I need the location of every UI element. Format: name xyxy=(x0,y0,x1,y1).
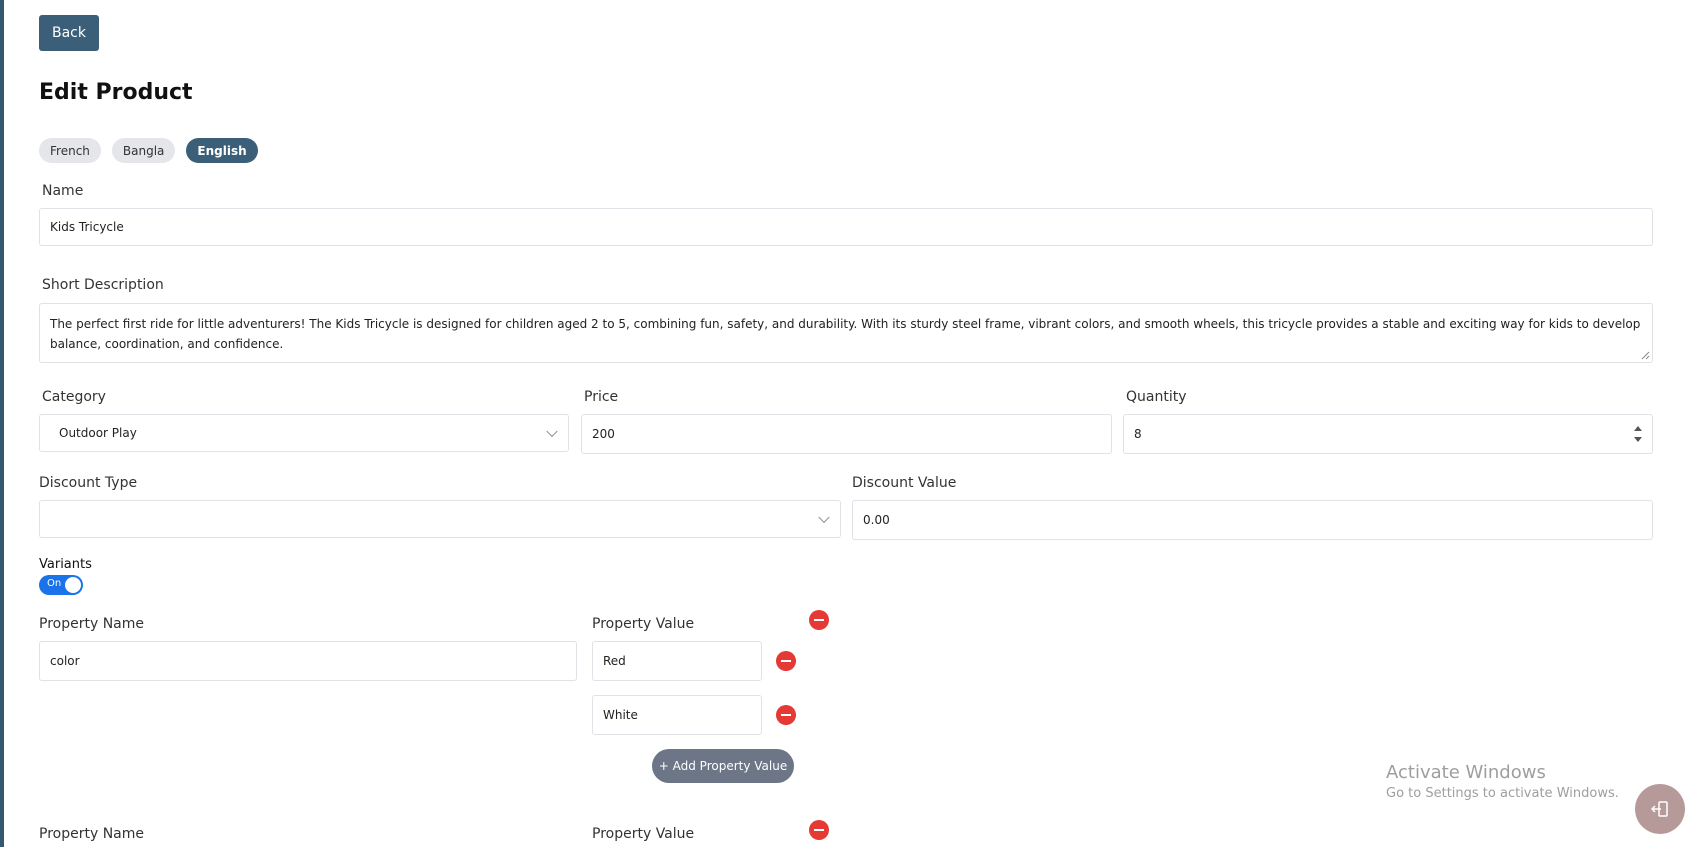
name-label: Name xyxy=(42,183,84,199)
toggle-knob xyxy=(65,577,81,593)
category-select-value: Outdoor Play xyxy=(59,426,137,440)
property-value-input[interactable]: White xyxy=(592,695,762,735)
logout-icon xyxy=(1650,801,1668,817)
discount-value-label: Discount Value xyxy=(852,475,957,491)
edit-product-page: Back Edit Product French Bangla English … xyxy=(39,0,1653,847)
name-input[interactable]: Kids Tricycle xyxy=(39,208,1653,246)
name-input-value: Kids Tricycle xyxy=(50,220,124,234)
remove-value-icon[interactable] xyxy=(776,705,796,725)
watermark-title: Activate Windows xyxy=(1386,762,1546,783)
remove-value-icon[interactable] xyxy=(776,651,796,671)
add-property-value-button[interactable]: + Add Property Value xyxy=(652,749,794,783)
chevron-down-icon xyxy=(818,511,830,524)
variants-toggle[interactable]: On xyxy=(39,575,83,595)
variants-label: Variants xyxy=(39,557,92,572)
property-name-value: color xyxy=(50,654,80,668)
short-description-value: The perfect first ride for little advent… xyxy=(50,317,1641,351)
property-name-label: Property Name xyxy=(39,616,144,632)
floating-logout-button[interactable] xyxy=(1635,784,1685,834)
discount-value-value: 0.00 xyxy=(863,513,890,527)
language-tabs: French Bangla English xyxy=(39,138,258,163)
activate-windows-watermark: Activate Windows Go to Settings to activ… xyxy=(1386,762,1619,801)
price-input[interactable]: 200 xyxy=(581,414,1112,454)
page-title: Edit Product xyxy=(39,80,193,105)
quantity-label: Quantity xyxy=(1126,389,1187,405)
watermark-subtitle: Go to Settings to activate Windows. xyxy=(1386,786,1619,801)
short-description-label: Short Description xyxy=(42,277,164,293)
property-value-text: Red xyxy=(603,654,626,668)
toggle-on-text: On xyxy=(47,578,62,589)
price-input-value: 200 xyxy=(592,427,615,441)
property-name-input[interactable]: color xyxy=(39,641,577,681)
tab-english[interactable]: English xyxy=(186,138,258,163)
category-label: Category xyxy=(42,389,106,405)
discount-type-select[interactable] xyxy=(39,500,841,538)
remove-property-icon[interactable] xyxy=(809,610,829,630)
resize-grip-icon[interactable] xyxy=(1641,351,1650,360)
property-value-label: Property Value xyxy=(592,616,695,632)
property-value-label: Property Value xyxy=(592,826,695,842)
quantity-input-value: 8 xyxy=(1134,427,1142,441)
spinner-arrows-icon[interactable] xyxy=(1633,426,1643,442)
remove-property-icon[interactable] xyxy=(809,820,829,840)
property-value-input[interactable]: Red xyxy=(592,641,762,681)
property-value-text: White xyxy=(603,708,638,722)
price-label: Price xyxy=(584,389,619,405)
chevron-down-icon xyxy=(546,425,558,438)
property-name-label: Property Name xyxy=(39,826,144,842)
left-accent-bar xyxy=(0,0,4,847)
discount-value-input[interactable]: 0.00 xyxy=(852,500,1653,540)
back-button[interactable]: Back xyxy=(39,15,99,51)
short-description-textarea[interactable]: The perfect first ride for little advent… xyxy=(39,303,1653,363)
tab-french[interactable]: French xyxy=(39,138,101,163)
discount-type-label: Discount Type xyxy=(39,475,138,491)
tab-bangla[interactable]: Bangla xyxy=(111,138,176,163)
category-select[interactable]: Outdoor Play xyxy=(39,414,569,452)
quantity-stepper[interactable]: 8 xyxy=(1123,414,1653,454)
